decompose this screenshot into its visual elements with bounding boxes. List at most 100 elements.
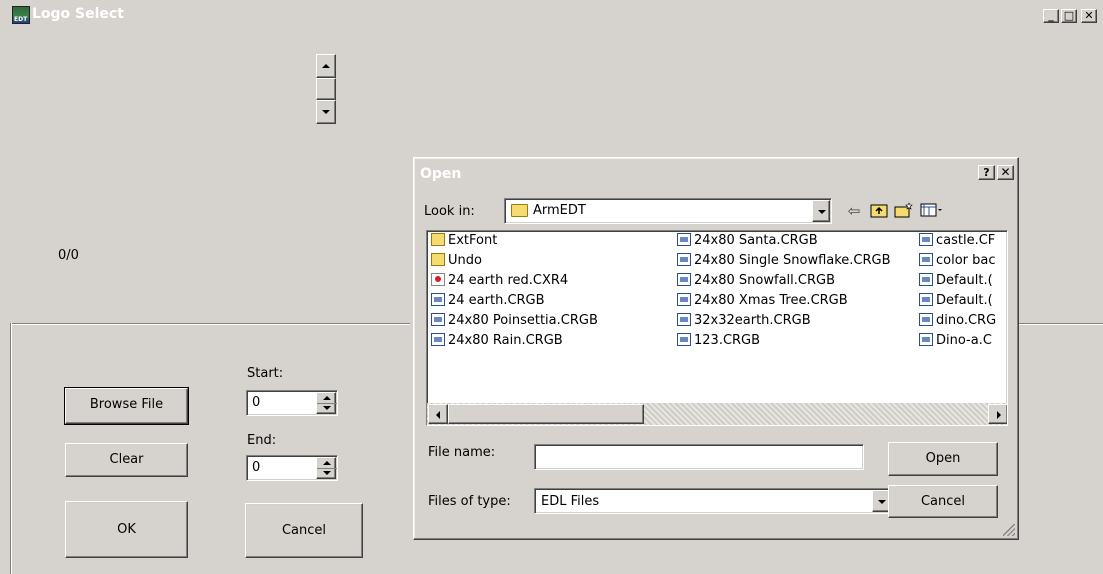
folder-icon	[431, 233, 445, 246]
cancel-label: Cancel	[281, 523, 327, 538]
file-list-item[interactable]: 24 earth red.CXR4	[431, 273, 568, 291]
file-name: 32x32earth.CRGB	[694, 313, 811, 328]
file-name: ExtFont	[448, 233, 498, 248]
new-folder-icon[interactable]	[894, 202, 914, 220]
file-list-item[interactable]: 24x80 Single Snowflake.CRGB	[677, 253, 891, 271]
dialog-cancel-button[interactable]: Cancel	[888, 485, 998, 518]
file-name: Default.(	[936, 273, 993, 288]
scroll-left-button[interactable]	[428, 404, 448, 424]
file-icon	[677, 333, 691, 346]
file-list-item[interactable]: dino.CRG	[919, 313, 996, 331]
file-icon	[919, 293, 933, 306]
maximize-button[interactable]: □	[1061, 9, 1077, 23]
file-list-item[interactable]: 24x80 Xmas Tree.CRGB	[677, 293, 848, 311]
app-icon: EDT	[12, 6, 30, 24]
arrow-left-icon	[436, 411, 440, 419]
logo-scroll-spinner[interactable]	[316, 54, 336, 124]
app-icon-label: EDT	[14, 16, 28, 23]
file-list-item[interactable]: 24 earth.CRGB	[431, 293, 545, 311]
file-list-item[interactable]: 24x80 Poinsettia.CRGB	[431, 313, 598, 331]
files-of-type-value: EDL Files	[541, 494, 600, 509]
cancel-button[interactable]: Cancel	[245, 503, 363, 558]
file-icon	[919, 313, 933, 326]
file-list-item[interactable]: ExtFont	[431, 233, 497, 251]
file-icon	[431, 313, 445, 326]
chevron-down-icon	[878, 500, 886, 504]
scroll-down-button[interactable]	[316, 100, 336, 124]
file-icon	[431, 273, 445, 286]
resize-grip-icon[interactable]	[1003, 524, 1015, 536]
file-name: 24 earth red.CXR4	[448, 273, 569, 288]
end-value[interactable]: 0	[252, 460, 260, 475]
ok-button[interactable]: OK	[65, 501, 188, 558]
file-list-item[interactable]: 24x80 Snowfall.CRGB	[677, 273, 835, 291]
panel-divider	[10, 323, 410, 325]
scroll-thumb[interactable]	[448, 404, 644, 424]
start-label: Start:	[247, 366, 284, 381]
file-icon	[431, 293, 445, 306]
back-arrow-icon[interactable]: ⇦	[844, 202, 864, 220]
file-icon	[677, 273, 691, 286]
start-spin-buttons[interactable]	[316, 392, 337, 414]
file-name: 123.CRGB	[694, 333, 761, 348]
browse-file-button[interactable]: Browse File	[64, 387, 189, 425]
files-of-type-dropdown[interactable]: EDL Files	[534, 488, 892, 514]
file-name: 24x80 Single Snowflake.CRGB	[694, 253, 891, 268]
file-list[interactable]: ExtFont Undo 24 earth red.CXR4 24 earth.CRG…	[426, 230, 1008, 426]
scroll-thumb[interactable]	[316, 78, 336, 100]
panel-divider-left	[10, 323, 12, 574]
file-name-input[interactable]	[534, 444, 864, 470]
clear-label: Clear	[109, 452, 144, 467]
look-in-dropdown-button[interactable]	[812, 200, 830, 222]
logo-counter: 0/0	[58, 248, 79, 263]
file-list-item[interactable]: Undo	[431, 253, 482, 271]
file-list-item[interactable]: 24x80 Rain.CRGB	[431, 333, 563, 351]
arrow-right-icon	[997, 411, 1001, 419]
file-list-item[interactable]: 123.CRGB	[677, 333, 760, 351]
open-file-dialog[interactable]: Open ? ✕ Look in: ArmEDT ⇦ ExtFont Undo 24…	[413, 157, 1019, 540]
start-spinbox[interactable]: 0	[246, 390, 338, 416]
file-name: Undo	[448, 253, 482, 268]
files-of-type-label: Files of type:	[428, 494, 511, 509]
file-name: 24x80 Santa.CRGB	[694, 233, 818, 248]
views-menu-icon[interactable]	[920, 202, 942, 220]
open-button[interactable]: Open	[888, 442, 998, 476]
file-name: 24x80 Snowfall.CRGB	[694, 273, 835, 288]
file-list-item[interactable]: 24x80 Santa.CRGB	[677, 233, 818, 251]
end-spinbox[interactable]: 0	[246, 455, 338, 481]
dialog-title: Open	[420, 166, 462, 182]
up-folder-icon[interactable]	[869, 202, 889, 220]
look-in-dropdown[interactable]: ArmEDT	[504, 198, 832, 224]
file-icon	[431, 333, 445, 346]
file-icon	[677, 313, 691, 326]
file-icon	[919, 253, 933, 266]
end-label: End:	[247, 433, 277, 448]
file-icon	[919, 273, 933, 286]
help-button[interactable]: ?	[978, 165, 995, 180]
file-list-item[interactable]: castle.CF	[919, 233, 995, 251]
file-name: Dino-a.C	[936, 333, 992, 348]
file-list-item[interactable]: Default.(	[919, 273, 993, 291]
look-in-value: ArmEDT	[533, 203, 586, 218]
file-name: dino.CRG	[936, 313, 997, 328]
file-name: Default.(	[936, 293, 993, 308]
scroll-right-button[interactable]	[988, 404, 1007, 424]
window-title-bar[interactable]: EDT Logo Select _ □ ✕	[0, 0, 1103, 30]
minimize-button[interactable]: _	[1043, 9, 1059, 23]
file-list-item[interactable]: Default.(	[919, 293, 993, 311]
look-in-label: Look in:	[424, 204, 475, 219]
file-list-item[interactable]: 32x32earth.CRGB	[677, 313, 811, 331]
file-list-hscrollbar[interactable]	[427, 403, 1007, 425]
start-value[interactable]: 0	[252, 395, 260, 410]
dialog-close-button[interactable]: ✕	[997, 165, 1014, 180]
file-list-item[interactable]: Dino-a.C	[919, 333, 992, 351]
file-name-label: File name:	[428, 445, 496, 460]
end-spin-buttons[interactable]	[316, 457, 337, 479]
clear-button[interactable]: Clear	[65, 443, 188, 477]
file-list-item[interactable]: color bac	[919, 253, 996, 271]
file-name: 24x80 Poinsettia.CRGB	[448, 313, 598, 328]
scroll-up-button[interactable]	[316, 54, 336, 78]
file-icon	[919, 333, 933, 346]
file-icon	[677, 293, 691, 306]
close-button[interactable]: ✕	[1081, 9, 1097, 23]
